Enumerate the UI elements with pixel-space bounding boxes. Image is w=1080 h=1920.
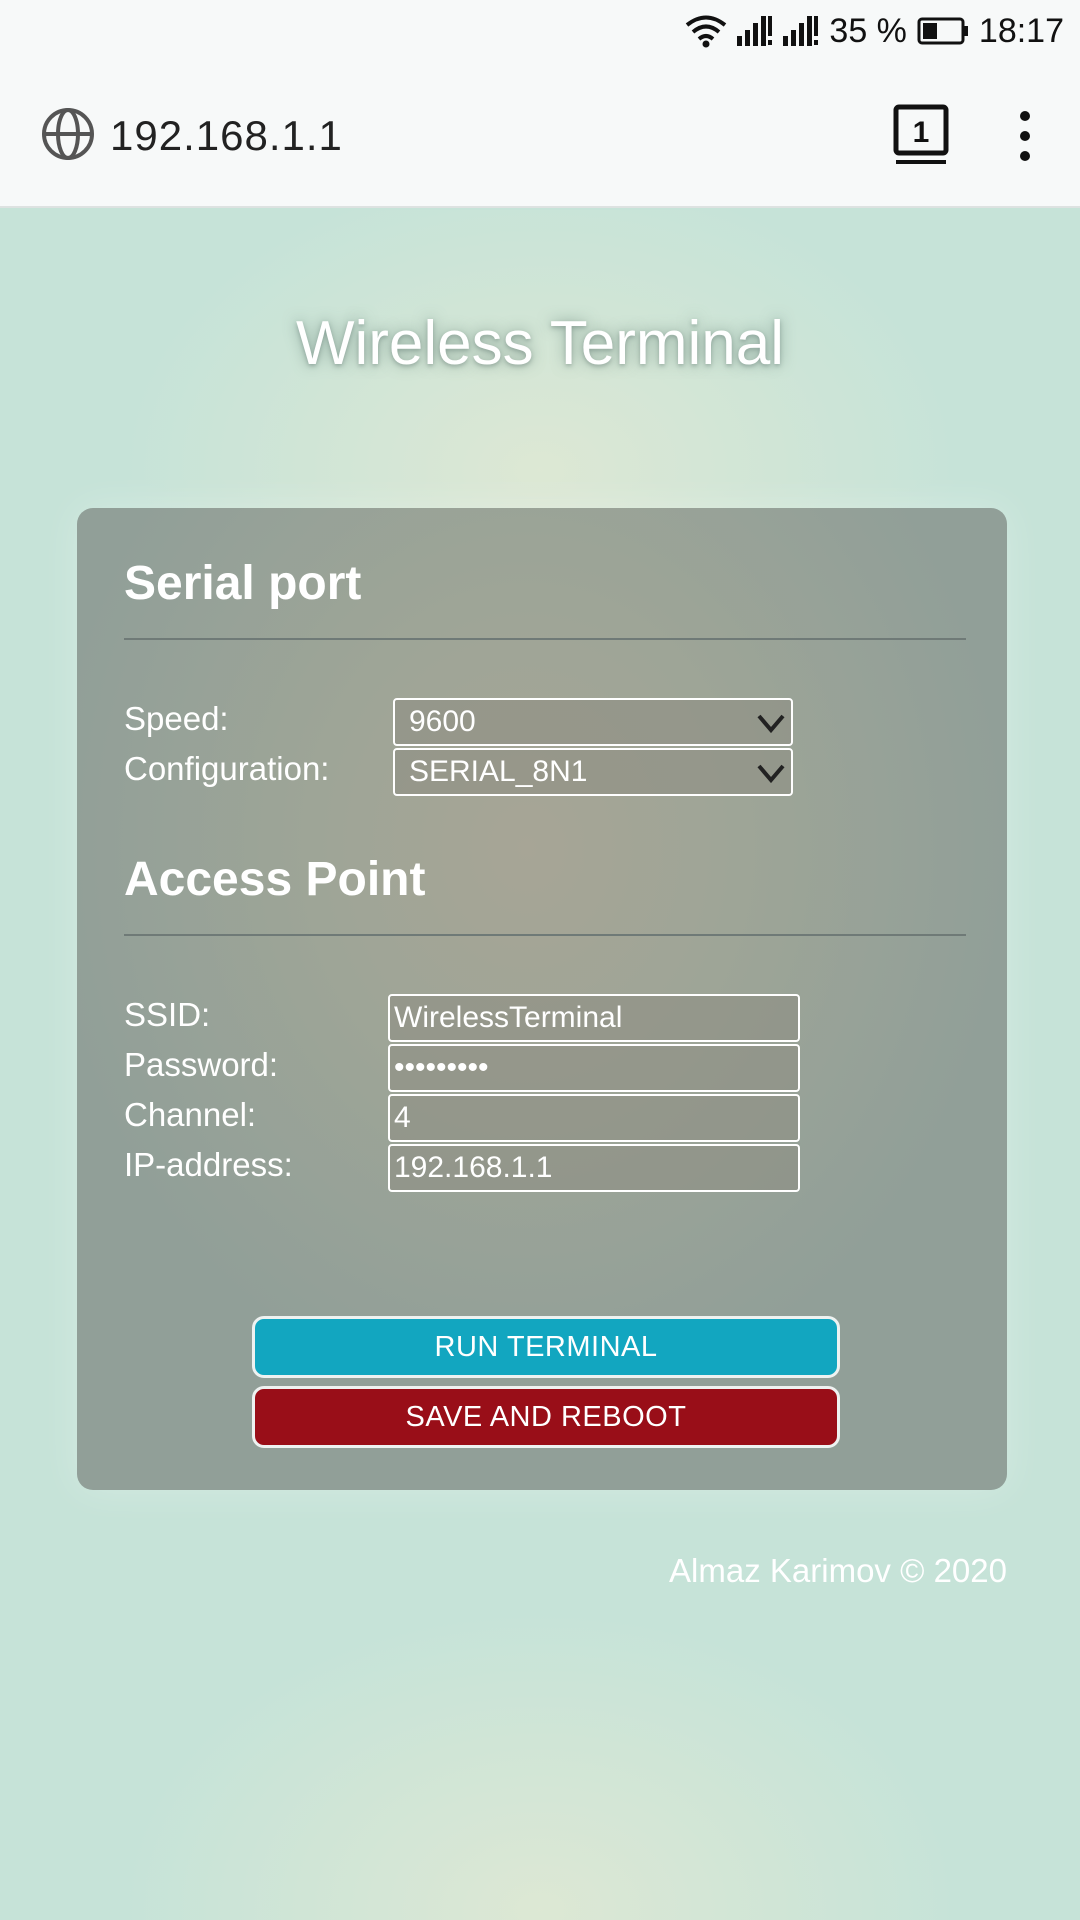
signal-icon xyxy=(783,16,819,46)
access-point-heading: Access Point xyxy=(124,853,426,906)
url-field[interactable]: 192.168.1.1 xyxy=(110,112,343,160)
speed-value: 9600 xyxy=(409,705,476,738)
chevron-down-icon xyxy=(755,708,787,738)
footer-copyright: Almaz Karimov © 2020 xyxy=(669,1552,1007,1589)
serial-port-heading: Serial port xyxy=(124,557,362,610)
signal-icon xyxy=(737,16,773,46)
password-input[interactable]: ••••••••• xyxy=(388,1044,800,1092)
more-vert-icon[interactable] xyxy=(1010,110,1040,162)
ip-address-label: IP-address: xyxy=(124,1146,293,1183)
save-and-reboot-button[interactable]: SAVE AND REBOOT xyxy=(252,1386,840,1448)
chevron-down-icon xyxy=(755,758,787,788)
tab-count: 1 xyxy=(913,116,930,149)
ssid-input[interactable]: WirelessTerminal xyxy=(388,994,800,1042)
battery-icon xyxy=(917,17,969,45)
divider xyxy=(124,934,966,936)
divider xyxy=(124,638,966,640)
channel-label: Channel: xyxy=(124,1096,257,1133)
configuration-value: SERIAL_8N1 xyxy=(409,755,588,788)
ssid-label: SSID: xyxy=(124,996,211,1033)
password-label: Password: xyxy=(124,1046,279,1083)
battery-percent: 35 % xyxy=(829,11,907,50)
settings-card: Serial port Speed: 9600 Configuration: S… xyxy=(77,508,1007,1490)
status-time: 18:17 xyxy=(978,11,1064,50)
tabs-icon[interactable]: 1 xyxy=(893,104,949,166)
speed-label: Speed: xyxy=(124,700,229,737)
wifi-icon xyxy=(685,14,727,48)
status-bar: 35 % 18:17 xyxy=(0,0,1080,62)
speed-select[interactable]: 9600 xyxy=(393,698,793,746)
page-content: Wireless Terminal Serial port Speed: 960… xyxy=(0,210,1080,1920)
browser-address-bar: 192.168.1.1 1 xyxy=(0,62,1080,208)
run-terminal-button[interactable]: RUN TERMINAL xyxy=(252,1316,840,1378)
channel-input[interactable]: 4 xyxy=(388,1094,800,1142)
configuration-label: Configuration: xyxy=(124,750,330,787)
globe-icon[interactable] xyxy=(40,106,96,162)
ip-address-input[interactable]: 192.168.1.1 xyxy=(388,1144,800,1192)
configuration-select[interactable]: SERIAL_8N1 xyxy=(393,748,793,796)
page-title: Wireless Terminal xyxy=(295,309,785,378)
